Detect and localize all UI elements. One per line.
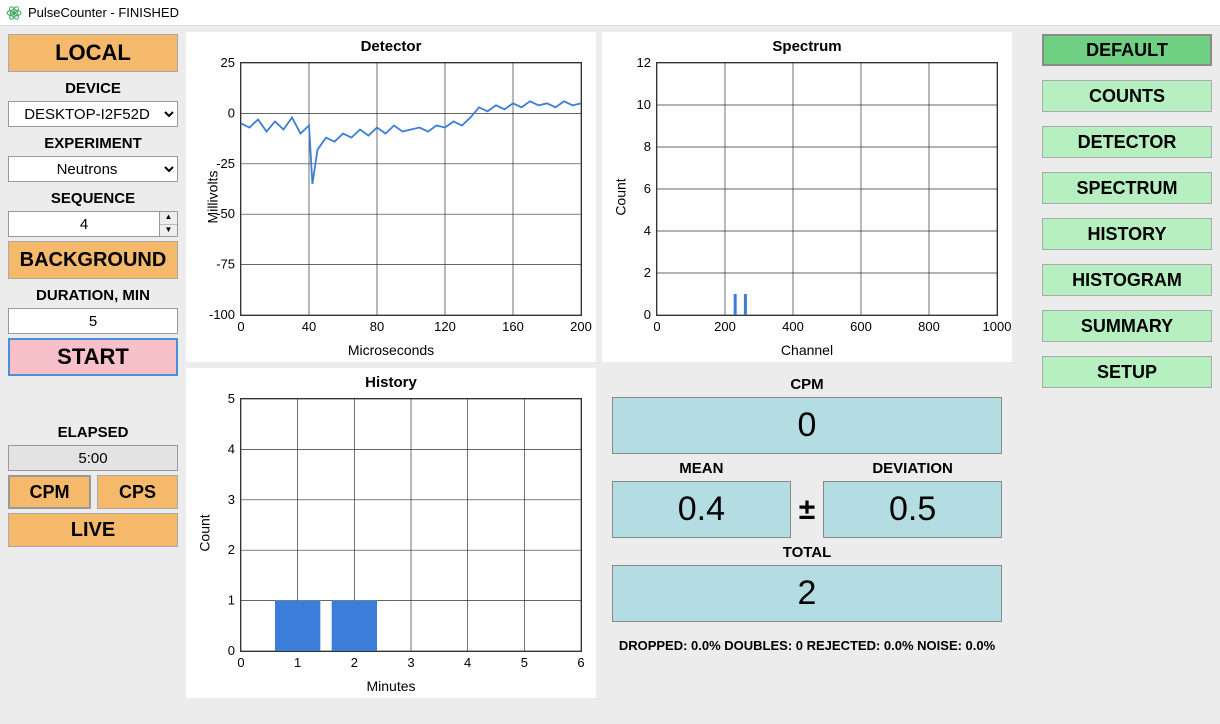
svg-text:1000: 1000 [983, 319, 1012, 334]
view-setup-button[interactable]: SETUP [1042, 356, 1212, 388]
total-value: 2 [612, 565, 1002, 622]
svg-text:2: 2 [228, 542, 235, 557]
title-bar: PulseCounter - FINISHED [0, 0, 1220, 26]
view-default-button[interactable]: DEFAULT [1042, 34, 1212, 66]
app-icon [6, 5, 22, 21]
sequence-label: SEQUENCE [8, 186, 178, 207]
elapsed-display [8, 445, 178, 471]
svg-text:3: 3 [407, 655, 414, 670]
cpm-button[interactable]: CPM [8, 475, 91, 509]
svg-text:6: 6 [644, 181, 651, 196]
history-chart: History Count Minutes 0 1 2 3 4 5 6 0 1 2 3 4 5 [186, 368, 596, 698]
left-panel: LOCAL DEVICE DESKTOP-I2F52D EXPERIMENT N… [0, 26, 186, 724]
svg-text:80: 80 [370, 319, 384, 334]
background-button[interactable]: BACKGROUND [8, 241, 178, 279]
svg-text:12: 12 [637, 55, 651, 70]
x-axis-label: Minutes [186, 678, 596, 694]
svg-text:0: 0 [653, 319, 660, 334]
start-button[interactable]: START [8, 338, 178, 376]
view-summary-button[interactable]: SUMMARY [1042, 310, 1212, 342]
svg-text:200: 200 [570, 319, 592, 334]
elapsed-label: ELAPSED [8, 420, 178, 441]
svg-text:5: 5 [228, 391, 235, 406]
mean-label: MEAN [612, 460, 791, 477]
chart-title: History [186, 374, 596, 391]
chart-title: Spectrum [602, 38, 1012, 55]
mean-value: 0.4 [612, 481, 791, 538]
svg-text:200: 200 [714, 319, 736, 334]
svg-text:0: 0 [237, 655, 244, 670]
svg-text:800: 800 [918, 319, 940, 334]
svg-text:0: 0 [644, 307, 651, 322]
deviation-label: DEVIATION [823, 460, 1002, 477]
experiment-label: EXPERIMENT [8, 131, 178, 152]
svg-text:-50: -50 [216, 206, 235, 221]
view-counts-button[interactable]: COUNTS [1042, 80, 1212, 112]
view-detector-button[interactable]: DETECTOR [1042, 126, 1212, 158]
cpm-value: 0 [612, 397, 1002, 454]
svg-text:2: 2 [644, 265, 651, 280]
cpm-label: CPM [612, 376, 1002, 393]
window-title: PulseCounter - FINISHED [28, 5, 179, 20]
deviation-value: 0.5 [823, 481, 1002, 538]
view-history-button[interactable]: HISTORY [1042, 218, 1212, 250]
svg-text:-25: -25 [216, 156, 235, 171]
right-panel: DEFAULT COUNTS DETECTOR SPECTRUM HISTORY… [1034, 26, 1220, 724]
svg-text:0: 0 [228, 105, 235, 120]
svg-text:40: 40 [302, 319, 316, 334]
svg-text:0: 0 [237, 319, 244, 334]
view-histogram-button[interactable]: HISTOGRAM [1042, 264, 1212, 296]
y-axis-label: Count [197, 514, 213, 551]
svg-text:-75: -75 [216, 257, 235, 272]
spinner-up-icon[interactable]: ▲ [160, 212, 177, 225]
total-label: TOTAL [612, 544, 1002, 561]
view-spectrum-button[interactable]: SPECTRUM [1042, 172, 1212, 204]
svg-text:4: 4 [644, 223, 651, 238]
svg-text:8: 8 [644, 139, 651, 154]
spinner-down-icon[interactable]: ▼ [160, 225, 177, 237]
device-label: DEVICE [8, 76, 178, 97]
experiment-select[interactable]: Neutrons [8, 156, 178, 182]
device-select[interactable]: DESKTOP-I2F52D [8, 101, 178, 127]
plusminus-symbol: ± [799, 493, 815, 527]
svg-text:400: 400 [782, 319, 804, 334]
chart-title: Detector [186, 38, 596, 55]
detector-chart: Detector Millivolts Microseconds 0408012… [186, 32, 596, 362]
svg-text:3: 3 [228, 492, 235, 507]
cps-button[interactable]: CPS [97, 475, 178, 509]
center-panel: Detector Millivolts Microseconds 0408012… [186, 26, 1034, 724]
x-axis-label: Microseconds [186, 342, 596, 358]
svg-text:4: 4 [464, 655, 471, 670]
svg-text:10: 10 [637, 97, 651, 112]
svg-text:1: 1 [228, 593, 235, 608]
duration-input[interactable] [8, 308, 178, 334]
y-axis-label: Count [613, 178, 629, 215]
svg-text:2: 2 [351, 655, 358, 670]
svg-text:25: 25 [221, 55, 235, 70]
spectrum-chart: Spectrum Count Channel 0 200 400 600 800 1000… [602, 32, 1012, 362]
sequence-input[interactable] [8, 211, 160, 237]
svg-text:160: 160 [502, 319, 524, 334]
svg-text:-100: -100 [209, 307, 235, 322]
sequence-spinner[interactable]: ▲ ▼ [8, 211, 178, 237]
svg-text:1: 1 [294, 655, 301, 670]
stats-panel: CPM 0 MEAN 0.4 ± DEVIATION 0.5 TOTAL 2 [602, 368, 1012, 698]
svg-text:4: 4 [228, 441, 235, 456]
svg-text:6: 6 [577, 655, 584, 670]
live-button[interactable]: LIVE [8, 513, 178, 547]
svg-text:0: 0 [228, 643, 235, 658]
duration-label: DURATION, MIN [8, 283, 178, 304]
local-button[interactable]: LOCAL [8, 34, 178, 72]
x-axis-label: Channel [602, 342, 1012, 358]
svg-text:5: 5 [521, 655, 528, 670]
svg-text:600: 600 [850, 319, 872, 334]
stats-footer: DROPPED: 0.0% DOUBLES: 0 REJECTED: 0.0% … [612, 638, 1002, 653]
svg-text:120: 120 [434, 319, 456, 334]
